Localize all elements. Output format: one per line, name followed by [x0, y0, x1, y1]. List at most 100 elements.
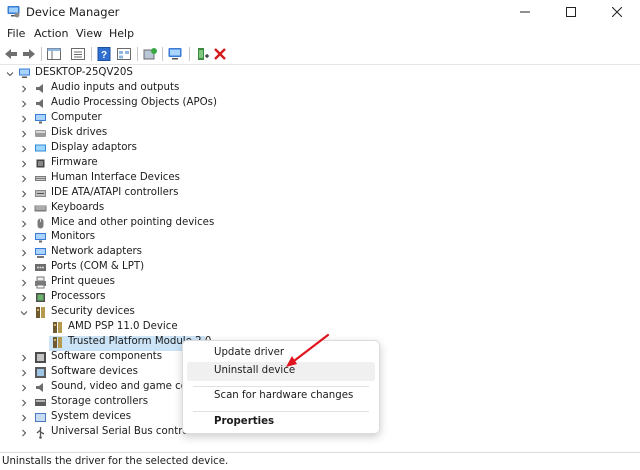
close-button[interactable]	[594, 0, 640, 24]
hid-icon	[35, 175, 46, 181]
security-key-icon	[36, 307, 45, 319]
chevron-right-icon[interactable]	[20, 130, 28, 138]
tree-item-label[interactable]: System devices	[51, 411, 131, 422]
show-hide-console-tree-icon[interactable]	[46, 46, 62, 62]
menu-item-uninstall-device[interactable]: Uninstall device	[187, 362, 375, 381]
scan-hardware-icon[interactable]	[167, 46, 183, 62]
chevron-right-icon[interactable]	[20, 384, 28, 392]
tree-item-label[interactable]: Storage controllers	[51, 396, 148, 407]
chevron-right-icon[interactable]	[20, 190, 28, 198]
menu-file[interactable]: File	[7, 27, 25, 40]
tree-item-label[interactable]: Network adapters	[51, 246, 142, 257]
status-bar: Uninstalls the driver for the selected d…	[0, 452, 640, 470]
chevron-right-icon[interactable]	[20, 175, 28, 183]
minimize-button[interactable]	[502, 0, 548, 24]
monitor-icon	[35, 233, 46, 243]
computer-icon	[19, 68, 30, 78]
maximize-button[interactable]	[548, 0, 594, 24]
chevron-right-icon[interactable]	[20, 205, 28, 213]
chevron-right-icon[interactable]	[20, 414, 28, 422]
title-bar: Device Manager	[0, 0, 640, 24]
toolbar-separator	[189, 47, 190, 61]
controller-icon	[35, 189, 46, 197]
view-icon[interactable]	[116, 46, 132, 62]
menu-view[interactable]: View	[76, 27, 102, 40]
chevron-right-icon[interactable]	[20, 100, 28, 108]
monitor-icon	[35, 113, 46, 124]
tree-item-label[interactable]: Processors	[51, 291, 105, 302]
tree-item-label[interactable]: Software devices	[51, 366, 138, 377]
chevron-down-icon[interactable]	[20, 309, 28, 317]
keyboard-icon	[34, 205, 47, 212]
chevron-right-icon[interactable]	[20, 85, 28, 93]
security-key-icon	[53, 337, 62, 349]
tree-item-label[interactable]: Mice and other pointing devices	[51, 217, 214, 228]
context-menu: Update driver Uninstall device Scan for …	[182, 340, 380, 434]
chevron-down-icon[interactable]	[6, 70, 14, 78]
chevron-right-icon[interactable]	[20, 354, 28, 362]
back-arrow-icon[interactable]	[3, 46, 19, 62]
status-text: Uninstalls the driver for the selected d…	[2, 456, 229, 467]
add-device-icon[interactable]	[195, 46, 211, 62]
uninstall-icon[interactable]	[212, 46, 228, 62]
tree-item-label[interactable]: Display adaptors	[51, 142, 137, 153]
speaker-icon	[36, 98, 43, 108]
chip-icon	[36, 159, 45, 168]
menu-action[interactable]: Action	[34, 27, 68, 40]
menu-item-update-driver[interactable]: Update driver	[187, 344, 375, 363]
tree-item-label[interactable]: Firmware	[51, 157, 98, 168]
tree-item-label[interactable]: Disk drives	[51, 127, 107, 138]
storage-controller-icon	[35, 398, 46, 406]
disk-drive-icon	[35, 129, 46, 137]
tree-item-label[interactable]: Computer	[51, 112, 102, 123]
tree-item-label[interactable]: Human Interface Devices	[51, 172, 180, 183]
chevron-right-icon[interactable]	[20, 160, 28, 168]
device-manager-icon	[7, 6, 20, 18]
forward-arrow-icon[interactable]	[21, 46, 37, 62]
minimize-icon	[520, 11, 530, 13]
tree-item-label[interactable]: Ports (COM & LPT)	[51, 261, 144, 272]
tree-item-label[interactable]: DESKTOP-25QV20S	[35, 67, 133, 78]
software-device-icon	[35, 367, 46, 378]
help-icon[interactable]: ?	[96, 46, 112, 62]
tree-item-label[interactable]: AMD PSP 11.0 Device	[68, 321, 178, 332]
tree-item-label[interactable]: Software components	[51, 351, 162, 362]
chevron-right-icon[interactable]	[20, 115, 28, 123]
maximize-icon	[566, 7, 576, 17]
toolbar-separator	[91, 47, 92, 61]
chevron-right-icon[interactable]	[20, 234, 28, 242]
chevron-right-icon[interactable]	[20, 294, 28, 302]
tree-item-label[interactable]: Monitors	[51, 231, 95, 242]
chevron-right-icon[interactable]	[20, 279, 28, 287]
menu-item-scan-hardware[interactable]: Scan for hardware changes	[187, 387, 375, 406]
chevron-right-icon[interactable]	[20, 145, 28, 153]
tree-item-label[interactable]: IDE ATA/ATAPI controllers	[51, 187, 178, 198]
tree-item-label[interactable]: Audio inputs and outputs	[51, 82, 179, 93]
menu-help[interactable]: Help	[109, 27, 134, 40]
update-driver-icon[interactable]	[142, 46, 158, 62]
network-icon	[35, 248, 46, 259]
display-adapter-icon	[35, 144, 46, 152]
menu-item-properties[interactable]: Properties	[187, 413, 375, 432]
tree-item-label[interactable]: Security devices	[51, 306, 135, 317]
chevron-right-icon[interactable]	[20, 399, 28, 407]
chevron-right-icon[interactable]	[20, 264, 28, 272]
tree-item-label[interactable]: Audio Processing Objects (APOs)	[51, 97, 217, 108]
software-component-icon	[35, 352, 46, 364]
chevron-right-icon[interactable]	[20, 220, 28, 228]
toolbar-separator	[41, 47, 42, 61]
properties-icon[interactable]	[70, 46, 86, 62]
menu-item-label: Properties	[214, 416, 275, 427]
chevron-right-icon[interactable]	[20, 249, 28, 257]
window-title: Device Manager	[26, 5, 120, 19]
menu-item-label: Update driver	[214, 347, 285, 358]
menu-item-label: Scan for hardware changes	[214, 390, 354, 401]
chevron-right-icon[interactable]	[20, 369, 28, 377]
tree-item-label[interactable]: Print queues	[51, 276, 115, 287]
port-icon	[35, 264, 46, 272]
chevron-right-icon[interactable]	[20, 429, 28, 437]
speaker-icon	[36, 83, 43, 93]
tree-item-label[interactable]: Keyboards	[51, 202, 104, 213]
close-icon	[612, 7, 622, 17]
speaker-icon	[36, 382, 43, 392]
